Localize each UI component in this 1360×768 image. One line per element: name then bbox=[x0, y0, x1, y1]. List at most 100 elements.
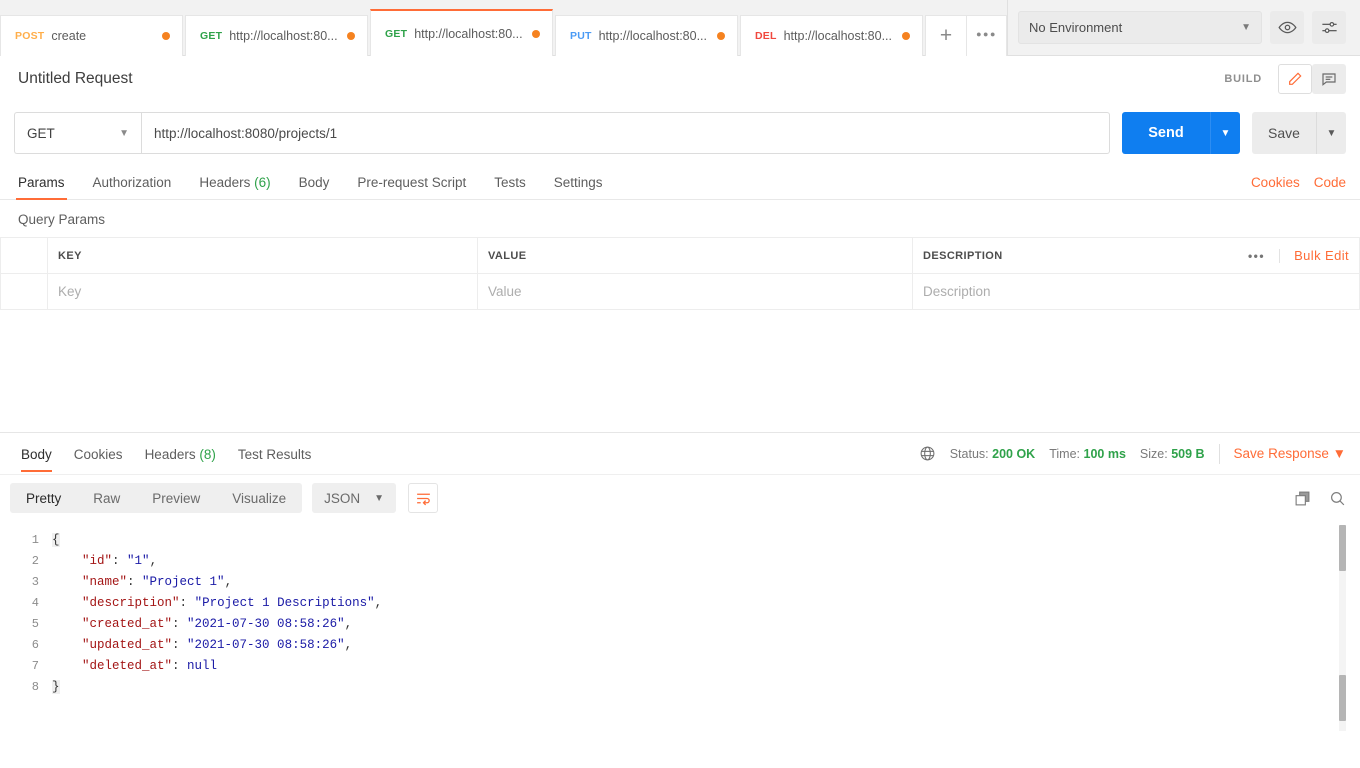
response-body-lines: 1{2 "id": "1",3 "name": "Project 1",4 "d… bbox=[0, 529, 1360, 697]
request-tab-3[interactable]: PUThttp://localhost:80... bbox=[555, 15, 738, 56]
build-label: BUILD bbox=[1224, 73, 1262, 85]
response-tab-test-results[interactable]: Test Results bbox=[238, 436, 312, 472]
edit-request-button[interactable] bbox=[1278, 64, 1312, 94]
response-tab-cookies[interactable]: Cookies bbox=[74, 436, 123, 472]
code-link[interactable]: Code bbox=[1314, 175, 1346, 190]
view-mode-visualize[interactable]: Visualize bbox=[216, 483, 302, 513]
tab-count: (8) bbox=[199, 447, 216, 462]
request-tab-section-pre-request-script[interactable]: Pre-request Script bbox=[357, 175, 466, 199]
response-format-selector[interactable]: JSON ▼ bbox=[312, 483, 396, 513]
tab-title-label: http://localhost:80... bbox=[784, 29, 894, 43]
request-tab-section-authorization[interactable]: Authorization bbox=[93, 175, 172, 199]
http-method-selector[interactable]: GET ▼ bbox=[14, 112, 141, 154]
environment-bar: No Environment ▼ bbox=[1007, 0, 1360, 55]
view-mode-preview[interactable]: Preview bbox=[136, 483, 216, 513]
send-options-button[interactable]: ▼ bbox=[1210, 112, 1240, 154]
request-title-actions: BUILD bbox=[1224, 64, 1346, 94]
chevron-down-icon: ▼ bbox=[1333, 446, 1346, 461]
line-content: } bbox=[52, 680, 60, 694]
tab-label: Cookies bbox=[74, 447, 123, 462]
code-line: 8} bbox=[0, 676, 1360, 697]
save-button[interactable]: Save bbox=[1252, 112, 1316, 154]
view-mode-raw[interactable]: Raw bbox=[77, 483, 136, 513]
response-tab-body[interactable]: Body bbox=[21, 436, 52, 472]
line-content: { bbox=[52, 533, 60, 547]
tab-method-label: GET bbox=[385, 28, 407, 40]
scrollbar-thumb-top[interactable] bbox=[1339, 525, 1346, 571]
code-line: 1{ bbox=[0, 529, 1360, 550]
row-checkbox-cell[interactable] bbox=[1, 274, 48, 310]
copy-icon[interactable] bbox=[1294, 490, 1311, 507]
response-scrollbar[interactable] bbox=[1339, 525, 1346, 731]
tab-label: Params bbox=[18, 175, 65, 190]
column-header-key: KEY bbox=[48, 238, 478, 274]
save-group: Save ▼ bbox=[1252, 112, 1346, 154]
tab-label: Authorization bbox=[93, 175, 172, 190]
sliders-icon bbox=[1320, 18, 1339, 37]
environment-settings-button[interactable] bbox=[1312, 11, 1346, 44]
request-tab-4[interactable]: DELhttp://localhost:80... bbox=[740, 15, 923, 56]
search-icon[interactable] bbox=[1329, 490, 1346, 507]
line-number: 7 bbox=[0, 659, 52, 673]
select-all-column bbox=[1, 238, 48, 274]
save-options-button[interactable]: ▼ bbox=[1316, 112, 1346, 154]
request-tab-section-params[interactable]: Params bbox=[18, 175, 65, 199]
request-tab-0[interactable]: POST create bbox=[0, 15, 183, 56]
row-key-cell[interactable]: Key bbox=[48, 274, 478, 310]
url-row: GET ▼ http://localhost:8080/projects/1 S… bbox=[0, 102, 1360, 164]
cookies-link[interactable]: Cookies bbox=[1251, 175, 1300, 190]
tab-overflow-button[interactable]: ●●● bbox=[966, 15, 1007, 56]
http-method-label: GET bbox=[27, 126, 55, 141]
size-label: Size: 509 B bbox=[1140, 447, 1205, 461]
code-line: 7 "deleted_at": null bbox=[0, 655, 1360, 676]
code-line: 2 "id": "1", bbox=[0, 550, 1360, 571]
environment-quick-look-button[interactable] bbox=[1270, 11, 1304, 44]
url-value: http://localhost:8080/projects/1 bbox=[154, 126, 337, 141]
send-button[interactable]: Send bbox=[1122, 112, 1210, 154]
row-value-cell[interactable]: Value bbox=[478, 274, 913, 310]
comment-icon bbox=[1321, 71, 1337, 87]
request-tab-section-body[interactable]: Body bbox=[299, 175, 330, 199]
response-format-label: JSON bbox=[324, 491, 360, 506]
tab-label: Body bbox=[299, 175, 330, 190]
bulk-edit-button[interactable]: Bulk Edit bbox=[1280, 248, 1349, 263]
unsaved-dot-icon bbox=[902, 32, 910, 40]
request-tab-section-headers[interactable]: Headers (6) bbox=[199, 175, 270, 199]
line-content: "updated_at": "2021-07-30 08:58:26", bbox=[52, 638, 352, 652]
request-tab-section-tests[interactable]: Tests bbox=[494, 175, 526, 199]
status-label: Status: 200 OK bbox=[950, 447, 1036, 461]
code-line: 6 "updated_at": "2021-07-30 08:58:26", bbox=[0, 634, 1360, 655]
row-description-cell[interactable]: Description bbox=[913, 274, 1360, 310]
size-value: 509 B bbox=[1171, 447, 1204, 461]
line-content: "name": "Project 1", bbox=[52, 575, 232, 589]
request-tab-1[interactable]: GEThttp://localhost:80... bbox=[185, 15, 368, 56]
scrollbar-thumb-bottom[interactable] bbox=[1339, 675, 1346, 721]
wrap-lines-button[interactable] bbox=[408, 483, 438, 513]
new-tab-button[interactable]: + bbox=[925, 15, 966, 56]
status-value: 200 OK bbox=[992, 447, 1035, 461]
request-tab-2[interactable]: GEThttp://localhost:80... bbox=[370, 9, 553, 56]
tab-label: Tests bbox=[494, 175, 526, 190]
params-more-options-button[interactable]: ••• bbox=[1248, 249, 1280, 263]
view-mode-pretty[interactable]: Pretty bbox=[10, 483, 77, 513]
tab-title-label: create bbox=[51, 29, 154, 43]
page-title: Untitled Request bbox=[18, 70, 133, 88]
request-title-row: Untitled Request BUILD bbox=[0, 56, 1360, 102]
response-body-viewer[interactable]: 1{2 "id": "1",3 "name": "Project 1",4 "d… bbox=[0, 521, 1360, 739]
response-tab-headers[interactable]: Headers (8) bbox=[145, 436, 216, 472]
code-line: 4 "description": "Project 1 Descriptions… bbox=[0, 592, 1360, 613]
tab-method-label: POST bbox=[15, 30, 44, 42]
table-row[interactable]: KeyValueDescription bbox=[1, 274, 1360, 310]
send-group: Send ▼ bbox=[1122, 112, 1240, 154]
tab-label: Settings bbox=[554, 175, 603, 190]
url-input[interactable]: http://localhost:8080/projects/1 bbox=[141, 112, 1110, 154]
globe-icon[interactable] bbox=[919, 445, 936, 462]
request-tab-section-settings[interactable]: Settings bbox=[554, 175, 603, 199]
line-content: "created_at": "2021-07-30 08:58:26", bbox=[52, 617, 352, 631]
save-response-button[interactable]: Save Response ▼ bbox=[1234, 446, 1346, 461]
comments-button[interactable] bbox=[1312, 64, 1346, 94]
query-params-label: Query Params bbox=[0, 200, 1360, 237]
wrap-lines-icon bbox=[415, 490, 432, 507]
environment-selector[interactable]: No Environment ▼ bbox=[1018, 11, 1262, 44]
line-number: 8 bbox=[0, 680, 52, 694]
